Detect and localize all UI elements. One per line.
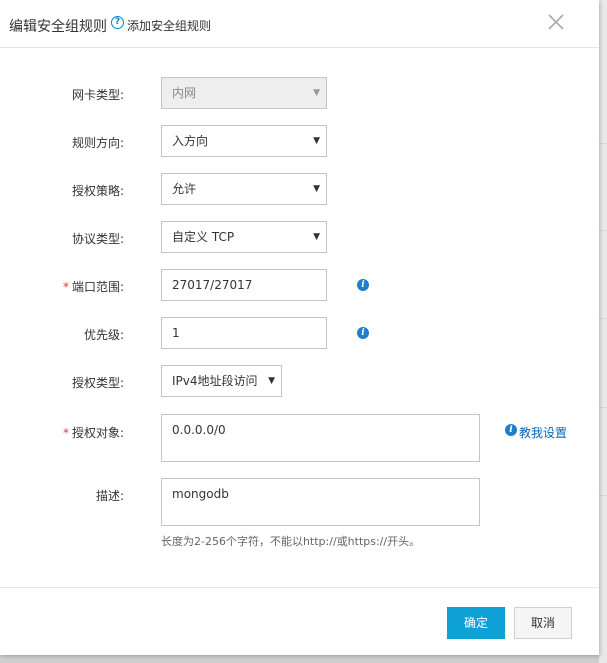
add-security-rule-link[interactable]: 添加安全组规则 <box>127 17 211 34</box>
dropdown-arrow-icon: ▼ <box>313 232 320 242</box>
nic-type-value: 内网 <box>172 86 197 100</box>
required-mark: * <box>62 280 69 294</box>
description-textarea[interactable]: mongodb <box>161 478 480 526</box>
dialog-header: 编辑安全组规则 ? 添加安全组规则 <box>0 0 599 48</box>
info-icon[interactable]: i <box>357 327 369 339</box>
protocol-select[interactable]: 自定义 TCP ▼ <box>161 221 327 253</box>
auth-object-label-text: 授权对象: <box>71 426 124 440</box>
dropdown-arrow-icon: ▼ <box>313 136 320 146</box>
edit-security-rule-dialog: 编辑安全组规则 ? 添加安全组规则 网卡类型: 内网 ▼ 规则方向: 入方向 ▼… <box>0 0 599 655</box>
nic-type-label: 网卡类型: <box>71 88 124 102</box>
port-range-label: * 端口范围: <box>63 278 124 295</box>
confirm-button[interactable]: 确定 <box>447 607 505 639</box>
background-divider <box>599 407 607 408</box>
policy-label: 授权策略: <box>71 184 124 198</box>
dropdown-arrow-icon: ▼ <box>268 376 275 386</box>
auth-type-select[interactable]: IPv4地址段访问 ▼ <box>161 365 282 397</box>
dialog-title: 编辑安全组规则 <box>9 19 107 35</box>
description-label: 描述: <box>95 489 124 503</box>
close-icon[interactable] <box>546 12 566 32</box>
teach-me-setup-link[interactable]: 教我设置 <box>519 424 567 441</box>
dropdown-arrow-icon: ▼ <box>313 88 320 98</box>
priority-label: 优先级: <box>83 328 124 342</box>
background-divider <box>599 143 607 144</box>
auth-type-label: 授权类型: <box>71 376 124 390</box>
dialog-footer <box>0 587 599 655</box>
background-page <box>599 0 607 663</box>
port-range-label-text: 端口范围: <box>71 280 124 294</box>
cancel-button[interactable]: 取消 <box>514 607 572 639</box>
policy-select[interactable]: 允许 ▼ <box>161 173 327 205</box>
help-circle-icon[interactable]: ? <box>111 16 124 29</box>
background-divider <box>599 230 607 231</box>
dropdown-arrow-icon: ▼ <box>313 184 320 194</box>
policy-value: 允许 <box>172 182 197 196</box>
port-range-input[interactable]: 27017/27017 <box>161 269 327 301</box>
auth-object-label: * 授权对象: <box>63 424 124 441</box>
info-icon[interactable]: i <box>505 424 517 436</box>
direction-value: 入方向 <box>172 134 209 148</box>
background-divider <box>599 318 607 319</box>
protocol-value: 自定义 TCP <box>172 230 235 244</box>
background-divider <box>599 495 607 496</box>
required-mark: * <box>62 426 69 440</box>
info-icon[interactable]: i <box>357 279 369 291</box>
direction-label: 规则方向: <box>71 136 124 150</box>
auth-object-textarea[interactable]: 0.0.0.0/0 <box>161 414 480 462</box>
priority-input[interactable]: 1 <box>161 317 327 349</box>
auth-type-value: IPv4地址段访问 <box>172 374 258 388</box>
nic-type-select: 内网 ▼ <box>161 77 327 109</box>
description-hint: 长度为2-256个字符，不能以http://或https://开头。 <box>161 535 421 548</box>
direction-select[interactable]: 入方向 ▼ <box>161 125 327 157</box>
protocol-label: 协议类型: <box>71 232 124 246</box>
